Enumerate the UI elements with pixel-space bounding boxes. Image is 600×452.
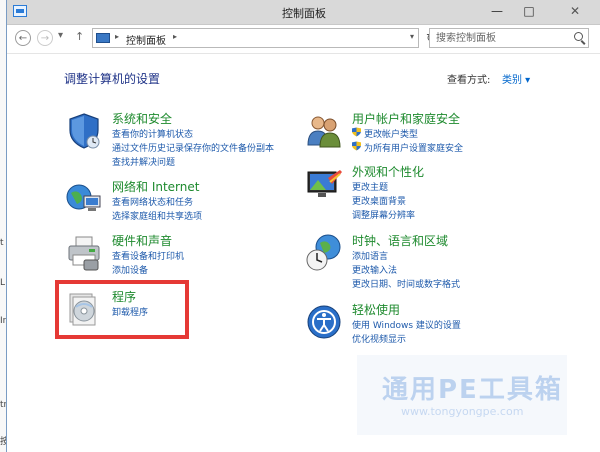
category-link[interactable]: 优化视频显示	[352, 332, 406, 345]
highlight-box	[55, 280, 189, 339]
watermark-url: www.tongyongpe.com	[401, 405, 524, 418]
category-link[interactable]: 调整屏幕分辨率	[352, 208, 415, 221]
category-link[interactable]: 查看你的计算机状态	[112, 127, 193, 140]
view-by-label: 查看方式:	[447, 75, 491, 86]
category-link[interactable]: 添加语言	[352, 249, 388, 262]
category-link[interactable]: 添加设备	[112, 263, 148, 276]
search-box[interactable]	[429, 28, 589, 48]
category-title[interactable]: 用户帐户和家庭安全	[352, 110, 460, 127]
category-title[interactable]: 外观和个性化	[352, 163, 424, 180]
search-input[interactable]	[436, 30, 566, 46]
category-link[interactable]: 使用 Windows 建议的设置	[352, 318, 461, 331]
category-link[interactable]: 更改输入法	[352, 263, 397, 276]
category-link[interactable]: 更改主题	[352, 180, 388, 193]
shield-icon[interactable]	[64, 111, 104, 151]
recent-locations-dropdown-icon[interactable]: ▾	[58, 30, 63, 41]
category-title[interactable]: 硬件和声音	[112, 232, 172, 249]
window-title: 控制面板	[282, 7, 326, 20]
close-button[interactable]: ✕	[553, 0, 597, 22]
category-link[interactable]: 更改日期、时间或数字格式	[352, 277, 460, 290]
address-bar[interactable]: ▸ 控制面板 ▸ ▾	[92, 28, 419, 48]
category-link[interactable]: 选择家庭组和共享选项	[112, 209, 202, 222]
minimize-button[interactable]: —	[483, 0, 511, 22]
breadcrumb-control-panel[interactable]: 控制面板	[126, 32, 166, 47]
category-link[interactable]: 更改桌面背景	[352, 194, 406, 207]
forward-button[interactable]: →	[37, 30, 53, 46]
category-title[interactable]: 网络和 Internet	[112, 178, 199, 195]
up-button[interactable]: ↑	[75, 30, 84, 43]
users-icon[interactable]	[304, 111, 344, 151]
breadcrumb-separator-icon[interactable]: ▸	[173, 32, 177, 41]
category-link[interactable]: 更改帐户类型	[364, 127, 418, 140]
category-link[interactable]: 通过文件历史记录保存你的文件备份副本	[112, 141, 274, 154]
category-title[interactable]: 系统和安全	[112, 110, 172, 127]
control-panel-window: 控制面板 — □ ✕ ← → ▾ ↑ ▸ 控制面板 ▸ ▾ ↻ 调整计算机的设置…	[6, 0, 600, 452]
breadcrumb-separator-icon[interactable]: ▸	[115, 32, 119, 41]
page-heading: 调整计算机的设置	[64, 72, 161, 86]
address-dropdown-icon[interactable]: ▾	[410, 32, 414, 41]
appearance-icon[interactable]	[304, 164, 344, 204]
watermark-title: 通用PE工具箱	[382, 375, 563, 405]
printer-icon[interactable]	[64, 233, 104, 273]
uac-shield-icon	[352, 127, 361, 137]
ease-of-access-icon[interactable]	[304, 302, 344, 342]
back-button[interactable]: ←	[15, 30, 31, 46]
category-title[interactable]: 时钟、语言和区域	[352, 232, 448, 249]
navigation-bar: ← → ▾ ↑ ▸ 控制面板 ▸ ▾ ↻	[7, 25, 600, 54]
watermark: 通用PE工具箱 www.tongyongpe.com	[357, 355, 567, 435]
view-by-dropdown[interactable]: 类别 ▾	[502, 71, 530, 86]
maximize-button[interactable]: □	[515, 0, 543, 22]
control-panel-icon	[96, 33, 110, 43]
network-globe-icon[interactable]	[64, 179, 104, 219]
clock-globe-icon[interactable]	[304, 233, 344, 273]
background-char: L	[0, 278, 6, 288]
category-link[interactable]: 查看网络状态和任务	[112, 195, 193, 208]
category-link[interactable]: 为所有用户设置家庭安全	[364, 141, 463, 154]
background-char: t	[0, 238, 4, 248]
search-icon[interactable]	[574, 32, 583, 41]
title-bar[interactable]: 控制面板 — □ ✕	[7, 0, 600, 25]
uac-shield-icon	[352, 141, 361, 151]
category-title[interactable]: 轻松使用	[352, 301, 400, 318]
category-link[interactable]: 查看设备和打印机	[112, 249, 184, 262]
category-link[interactable]: 查找并解决问题	[112, 155, 175, 168]
